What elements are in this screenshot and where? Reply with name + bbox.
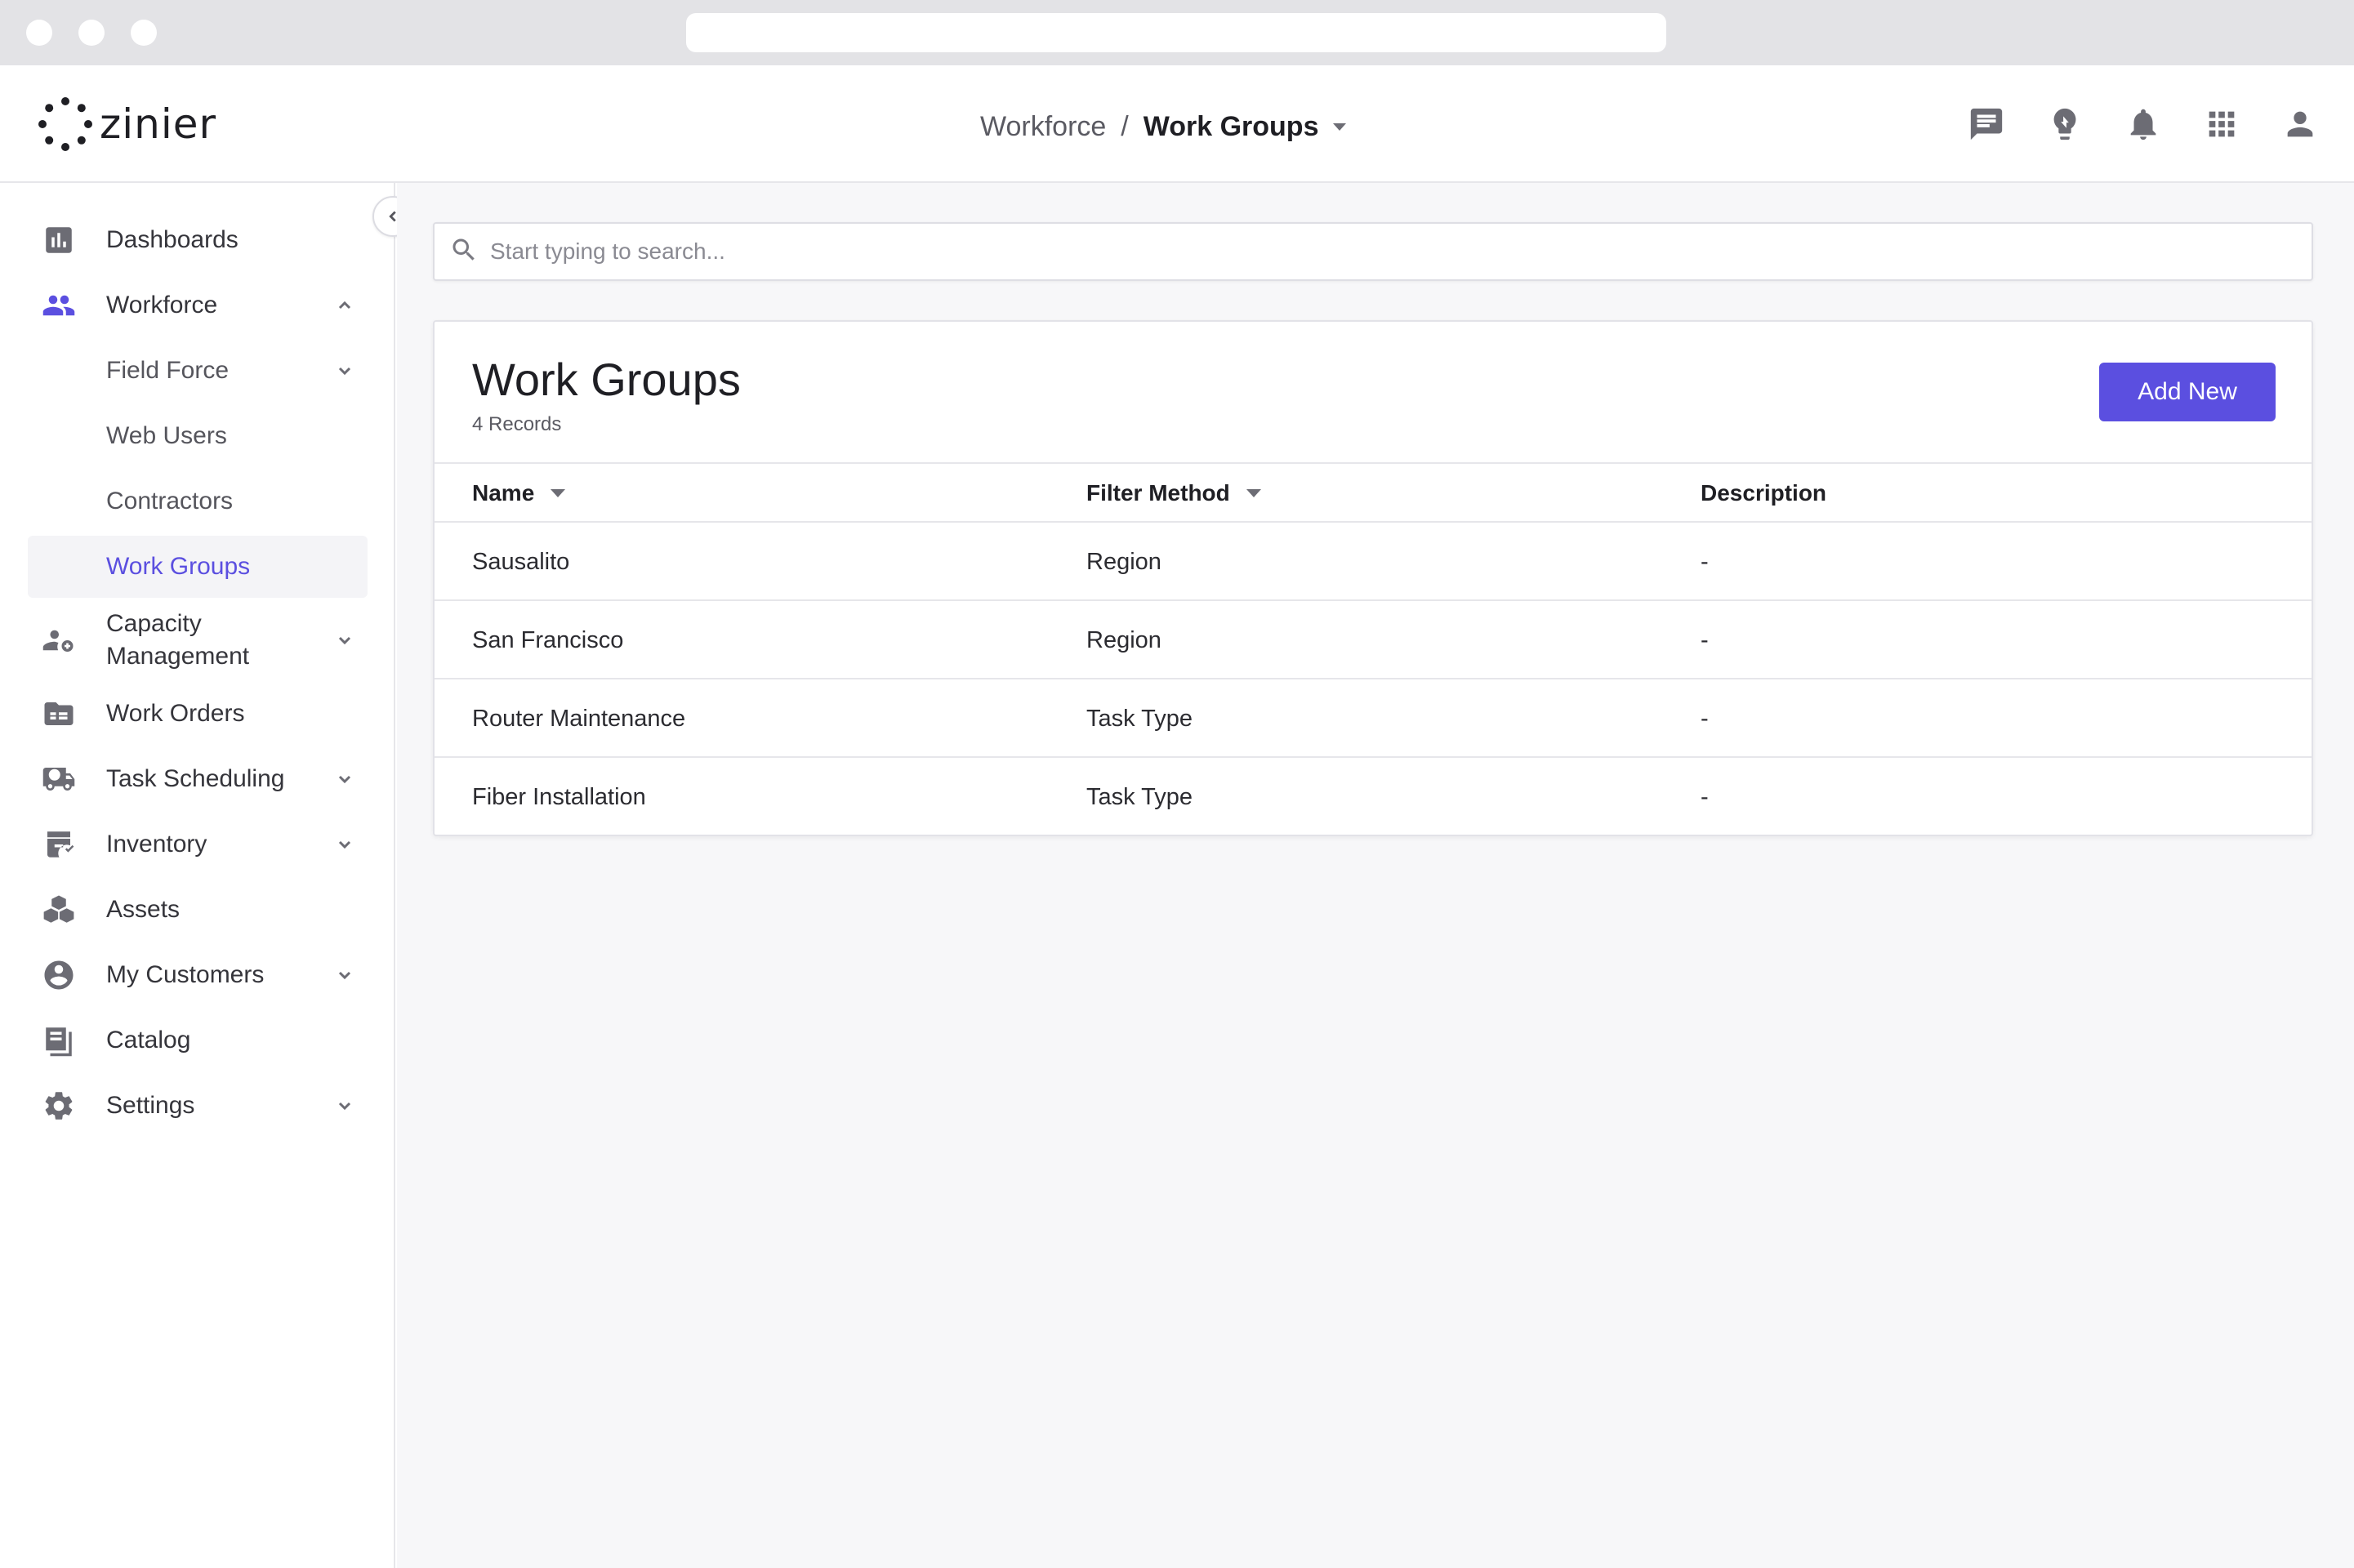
breadcrumb-separator: / xyxy=(1121,110,1129,142)
user-icon[interactable] xyxy=(2279,103,2321,145)
bell-icon[interactable] xyxy=(2122,103,2165,145)
column-header-label: Name xyxy=(472,480,535,506)
add-new-button[interactable]: Add New xyxy=(2099,363,2276,421)
table-header: Name Filter Method Description xyxy=(435,462,2312,523)
sort-caret-icon[interactable] xyxy=(551,489,566,497)
chevron-up-icon[interactable] xyxy=(335,296,354,315)
window-maximize-dot[interactable] xyxy=(131,20,157,46)
lightbulb-icon[interactable] xyxy=(2044,103,2086,145)
sidebar-item-label: Task Scheduling xyxy=(106,765,285,792)
sidebar: Dashboards Workforce Field Force Web Use… xyxy=(0,183,395,1568)
cell-description: - xyxy=(1701,706,1709,732)
apps-grid-icon[interactable] xyxy=(2200,103,2243,145)
column-header-filter-method[interactable]: Filter Method xyxy=(1086,479,1261,508)
logo[interactable]: zinier xyxy=(38,95,216,154)
chat-icon[interactable] xyxy=(1965,103,2008,145)
cubes-icon xyxy=(41,892,77,928)
app-header: zinier Workforce / Work Groups xyxy=(0,65,2354,183)
sidebar-item-label: Inventory xyxy=(106,831,207,858)
chevron-down-icon[interactable] xyxy=(335,835,354,854)
sidebar-item-inventory[interactable]: Inventory xyxy=(28,813,368,875)
sidebar-item-task-scheduling[interactable]: Task Scheduling xyxy=(28,748,368,810)
main-content: Work Groups 4 Records Add New Name Filte… xyxy=(397,183,2354,1568)
sidebar-item-work-orders[interactable]: Work Orders xyxy=(28,683,368,745)
book-icon xyxy=(41,1022,77,1058)
sidebar-item-label: Web Users xyxy=(106,422,227,449)
sidebar-item-assets[interactable]: Assets xyxy=(28,879,368,941)
sidebar-item-label: My Customers xyxy=(106,961,265,988)
sidebar-item-label: Settings xyxy=(106,1092,195,1119)
sidebar-item-label: Assets xyxy=(106,896,181,923)
cell-filter-method: Region xyxy=(1086,627,1161,653)
sidebar-item-workforce[interactable]: Workforce xyxy=(28,274,368,336)
sidebar-item-settings[interactable]: Settings xyxy=(28,1075,368,1137)
window-minimize-dot[interactable] xyxy=(78,20,105,46)
browser-chrome xyxy=(0,0,2354,65)
chevron-down-icon[interactable] xyxy=(335,769,354,789)
header-actions xyxy=(1965,103,2321,145)
people-add-icon xyxy=(41,622,77,658)
sidebar-item-label: Contractors xyxy=(106,488,234,514)
sidebar-item-dashboards[interactable]: Dashboards xyxy=(28,209,368,271)
sort-caret-icon[interactable] xyxy=(1246,489,1261,497)
folder-icon xyxy=(41,696,77,732)
cell-filter-method: Task Type xyxy=(1086,784,1193,810)
cell-filter-method: Task Type xyxy=(1086,706,1193,732)
cell-description: - xyxy=(1701,627,1709,653)
search-icon xyxy=(449,235,482,268)
chevron-down-icon[interactable] xyxy=(335,361,354,381)
logo-dots-icon xyxy=(38,97,92,151)
page-title: Work Groups xyxy=(472,354,741,405)
sidebar-item-capacity-management[interactable]: Capacity Management xyxy=(28,601,368,679)
column-header-label: Filter Method xyxy=(1086,480,1230,506)
sidebar-item-label: Dashboards xyxy=(106,226,239,253)
column-header-label: Description xyxy=(1701,480,1827,506)
sidebar-item-label: Work Orders xyxy=(106,700,245,727)
breadcrumb: Workforce / Work Groups xyxy=(980,106,1347,147)
table-row[interactable]: Sausalito Region - xyxy=(435,523,2312,601)
work-groups-card: Work Groups 4 Records Add New Name Filte… xyxy=(433,320,2313,836)
table-row[interactable]: Router Maintenance Task Type - xyxy=(435,679,2312,758)
bar-chart-icon xyxy=(41,222,77,258)
sidebar-item-work-groups[interactable]: Work Groups xyxy=(28,536,368,598)
sidebar-item-label: Workforce xyxy=(106,292,218,318)
sidebar-item-catalog[interactable]: Catalog xyxy=(28,1009,368,1071)
cell-name: San Francisco xyxy=(472,627,624,653)
chevron-down-icon[interactable] xyxy=(335,630,354,650)
account-circle-icon xyxy=(41,957,77,993)
window-close-dot[interactable] xyxy=(26,20,52,46)
cell-name: Router Maintenance xyxy=(472,706,686,732)
cell-name: Sausalito xyxy=(472,549,570,575)
table-row[interactable]: Fiber Installation Task Type - xyxy=(435,758,2312,836)
search-bar[interactable] xyxy=(433,222,2313,281)
people-icon xyxy=(41,287,77,323)
table-row[interactable]: San Francisco Region - xyxy=(435,601,2312,679)
column-header-description: Description xyxy=(1701,479,1826,508)
breadcrumb-parent[interactable]: Workforce xyxy=(980,111,1106,143)
sidebar-item-contractors[interactable]: Contractors xyxy=(28,470,368,532)
gear-icon xyxy=(41,1088,77,1124)
cell-filter-method: Region xyxy=(1086,549,1161,575)
record-count: 4 Records xyxy=(472,413,562,435)
cell-name: Fiber Installation xyxy=(472,784,646,810)
cell-description: - xyxy=(1701,784,1709,810)
sidebar-item-label: Catalog xyxy=(106,1027,191,1054)
sidebar-item-label: Work Groups xyxy=(106,553,251,580)
chevron-down-icon[interactable] xyxy=(335,965,354,985)
column-header-name[interactable]: Name xyxy=(472,479,566,508)
box-check-icon xyxy=(41,826,77,862)
address-bar[interactable] xyxy=(686,13,1666,52)
cell-description: - xyxy=(1701,549,1709,575)
sidebar-item-my-customers[interactable]: My Customers xyxy=(28,944,368,1006)
breadcrumb-current[interactable]: Work Groups xyxy=(1144,111,1319,143)
sidebar-item-label: Capacity Management xyxy=(106,610,250,670)
truck-clock-icon xyxy=(41,761,77,797)
search-input[interactable] xyxy=(490,238,2287,265)
sidebar-item-web-users[interactable]: Web Users xyxy=(28,405,368,467)
sidebar-item-field-force[interactable]: Field Force xyxy=(28,340,368,402)
breadcrumb-caret-icon[interactable] xyxy=(1333,122,1347,131)
logo-text: zinier xyxy=(100,100,217,148)
chevron-down-icon[interactable] xyxy=(335,1096,354,1116)
sidebar-item-label: Field Force xyxy=(106,357,230,384)
